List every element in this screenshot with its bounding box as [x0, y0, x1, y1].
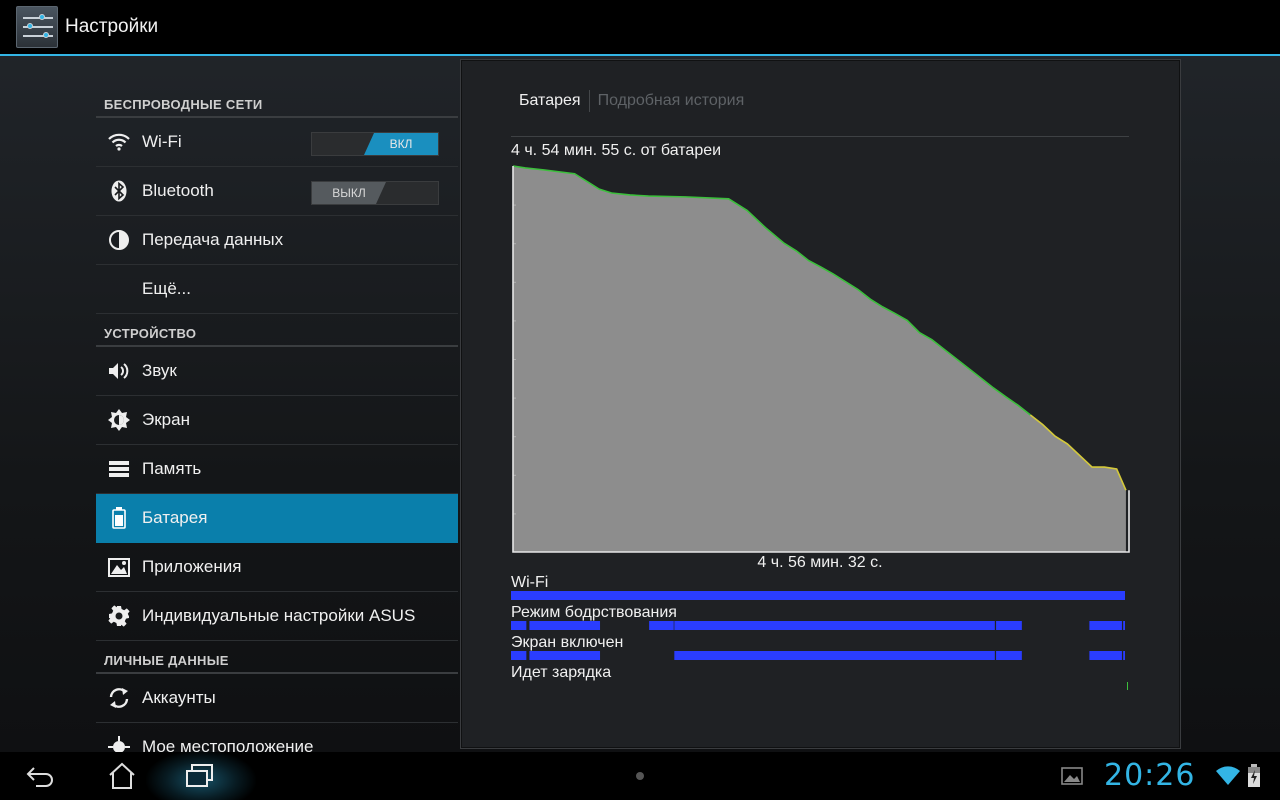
track-segment: [511, 591, 1125, 600]
settings-item-label: Память: [142, 459, 202, 478]
track-segment: [1123, 651, 1125, 660]
settings-item-more[interactable]: Ещё...: [96, 265, 458, 314]
settings-item-wifi[interactable]: Wi-Fi ВКЛ: [96, 118, 458, 167]
page-title: Настройки: [65, 16, 159, 37]
storage-icon: [96, 460, 142, 478]
charging-tick: [1127, 682, 1128, 690]
track-segment: [996, 621, 1022, 630]
battery-chart: [512, 165, 1130, 553]
toggle-state: ВКЛ: [364, 133, 438, 155]
back-icon: [26, 767, 53, 787]
back-button[interactable]: [18, 752, 62, 800]
track-bar-awake: [511, 621, 1125, 630]
track-segment: [529, 621, 601, 630]
track-segment: [674, 621, 995, 630]
settings-item-accounts[interactable]: Аккаунты: [96, 674, 458, 723]
action-bar: Настройки: [0, 0, 1280, 56]
battery-detail-pane: Батарея Подробная история 4 ч. 54 мин. 5…: [460, 59, 1181, 749]
battery-charging-icon: [1248, 764, 1260, 787]
track-segment: [511, 651, 527, 660]
settings-item-display[interactable]: Экран: [96, 396, 458, 445]
settings-item-label: Приложения: [142, 557, 242, 576]
gear-icon: [96, 605, 142, 627]
detail-tabs: Батарея Подробная история: [511, 90, 1129, 137]
settings-app-icon[interactable]: [16, 6, 58, 48]
track-segment: [1089, 621, 1122, 630]
settings-item-data-usage[interactable]: Передача данных: [96, 216, 458, 265]
data-usage-icon: [96, 229, 142, 251]
settings-item-label: Передача данных: [142, 230, 284, 249]
settings-item-label: Wi-Fi: [142, 132, 182, 151]
track-bar-wifi: [511, 591, 1125, 600]
sync-icon: [96, 687, 142, 709]
gallery-icon: [1061, 767, 1083, 785]
recents-icon: [186, 764, 213, 787]
track-segment: [674, 651, 995, 660]
settings-item-label: Звук: [142, 361, 177, 380]
track-bar-screen: [511, 651, 1125, 660]
home-icon: [109, 762, 135, 789]
bluetooth-toggle[interactable]: ВЫКЛ: [311, 181, 439, 205]
settings-item-sound[interactable]: Звук: [96, 347, 458, 396]
settings-item-battery[interactable]: Батарея: [96, 494, 458, 543]
track-segment: [1089, 651, 1122, 660]
settings-list: БЕСПРОВОДНЫЕ СЕТИ Wi-Fi ВКЛ Bluetooth ВЫ…: [96, 84, 458, 752]
settings-item-storage[interactable]: Память: [96, 445, 458, 494]
track-bar-charging: [1127, 682, 1128, 690]
settings-item-label: Аккаунты: [142, 688, 216, 707]
settings-item-apps[interactable]: Приложения: [96, 543, 458, 592]
settings-item-asus[interactable]: Индивидуальные настройки ASUS: [96, 592, 458, 641]
tab-battery[interactable]: Батарея: [511, 90, 590, 112]
track-segment: [511, 621, 527, 630]
settings-item-bluetooth[interactable]: Bluetooth ВЫКЛ: [96, 167, 458, 216]
settings-item-label: Экран: [142, 410, 190, 429]
settings-item-label: Батарея: [142, 508, 208, 527]
navigation-bar: 20:26: [0, 750, 1280, 800]
track-segment: [996, 651, 1022, 660]
recents-button[interactable]: [178, 752, 222, 800]
settings-item-label: Индивидуальные настройки ASUS: [142, 606, 416, 625]
track-segment: [1123, 621, 1125, 630]
wifi-icon: [96, 133, 142, 151]
apps-icon: [96, 556, 142, 578]
tab-history[interactable]: Подробная история: [590, 90, 753, 112]
speaker-icon: [96, 360, 142, 382]
settings-item-label: Bluetooth: [142, 181, 214, 200]
section-header-personal: ЛИЧНЫЕ ДАННЫЕ: [96, 640, 458, 674]
settings-item-label: Ещё...: [142, 279, 191, 298]
section-header-wireless: БЕСПРОВОДНЫЕ СЕТИ: [96, 84, 458, 118]
page-indicator: [630, 752, 650, 800]
battery-status: [1246, 752, 1262, 800]
track-segment: [529, 651, 601, 660]
chart-duration-label: 4 ч. 56 мин. 32 с.: [757, 554, 883, 571]
wifi-signal-icon: [1216, 766, 1240, 785]
section-header-device: УСТРОЙСТВО: [96, 313, 458, 347]
track-segment: [649, 621, 674, 630]
toggle-state: ВЫКЛ: [312, 182, 386, 204]
page-dot: [636, 772, 644, 780]
screenshot-button[interactable]: [1060, 752, 1084, 800]
battery-time-label: 4 ч. 54 мин. 55 с. от батареи: [511, 142, 722, 159]
battery-icon: [96, 507, 142, 529]
location-icon: [96, 736, 142, 752]
home-button[interactable]: [100, 752, 144, 800]
bluetooth-icon: [96, 180, 142, 202]
wifi-toggle[interactable]: ВКЛ: [311, 132, 439, 156]
brightness-icon: [96, 408, 142, 432]
settings-item-location[interactable]: Мое местоположение: [96, 723, 458, 752]
status-clock: 20:26: [1104, 758, 1196, 793]
wifi-status: [1214, 752, 1242, 800]
